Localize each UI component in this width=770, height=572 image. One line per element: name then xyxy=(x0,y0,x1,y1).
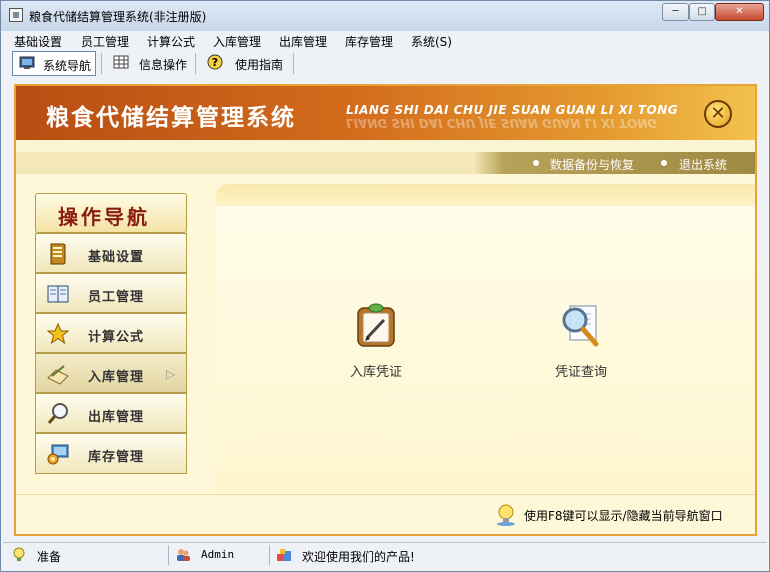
status-message-text: 欢迎使用我们的产品! xyxy=(302,550,415,564)
content-body: 入库凭证 凭证查询 xyxy=(216,206,755,492)
nav-item-label: 出库管理 xyxy=(88,410,145,425)
main-frame: 粮食代储结算管理系统 LIANG SHI DAI CHU JIE SUAN GU… xyxy=(14,84,757,536)
book-icon xyxy=(47,285,69,303)
nav-item-label: 库存管理 xyxy=(88,450,145,465)
exit-system-link[interactable]: 退出系统 xyxy=(679,156,727,173)
clipboard-pen-icon xyxy=(357,303,395,347)
status-bar: 准备 Admin 欢迎使用我们的产品! xyxy=(3,542,767,567)
toolbar-separator xyxy=(293,53,294,74)
status-ready-text: 准备 xyxy=(37,550,62,564)
svg-text:?: ? xyxy=(212,56,218,69)
menu-system[interactable]: 系统(S) xyxy=(411,33,452,50)
status-separator xyxy=(168,545,169,565)
banner-pinyin-reflection: LIANG SHI DAI CHU JIE SUAN GUAN LI XI TO… xyxy=(346,116,658,130)
monitor-gear-icon xyxy=(47,444,69,465)
nav-item-outbound[interactable]: 出库管理 xyxy=(35,393,187,433)
toolbar-guide-button[interactable]: ? 使用指南 xyxy=(201,51,293,76)
star-icon xyxy=(46,322,70,345)
menu-inbound[interactable]: 入库管理 xyxy=(213,33,261,50)
window-title: 粮食代储结算管理系统(非注册版) xyxy=(29,10,207,24)
lightbulb-icon xyxy=(13,547,25,561)
voucher-query-label: 凭证查询 xyxy=(554,365,607,380)
nav-heading-text: 操作导航 xyxy=(58,205,150,229)
menu-formula[interactable]: 计算公式 xyxy=(147,33,195,50)
maximize-button[interactable]: □ xyxy=(689,3,715,21)
banner-title: 粮食代储结算管理系统 xyxy=(46,105,296,131)
nav-item-label: 入库管理 xyxy=(88,370,145,385)
menu-basic-settings[interactable]: 基础设置 xyxy=(14,33,62,50)
banner: 粮食代储结算管理系统 LIANG SHI DAI CHU JIE SUAN GU… xyxy=(16,86,755,140)
banner-strip xyxy=(16,140,755,152)
nav-item-formula[interactable]: 计算公式 xyxy=(35,313,187,353)
toolbar-separator xyxy=(195,53,196,74)
app-window: 粮食代储结算管理系统(非注册版) ─ □ ✕ 基础设置 员工管理 计算公式 入库… xyxy=(0,0,770,572)
toolbar-guide-label: 使用指南 xyxy=(235,58,284,72)
grid-icon xyxy=(113,55,129,69)
document-search-icon xyxy=(562,305,599,347)
toolbar-separator xyxy=(101,53,102,74)
inbound-voucher-button[interactable]: 入库凭证 xyxy=(336,302,416,380)
close-circle-icon[interactable]: ✕ xyxy=(704,100,732,128)
menu-inventory[interactable]: 库存管理 xyxy=(345,33,393,50)
hint-bar: 使用F8键可以显示/隐藏当前导航窗口 xyxy=(16,494,755,534)
close-button[interactable]: ✕ xyxy=(715,3,764,21)
nav-item-label: 基础设置 xyxy=(88,250,145,265)
toolbar: 系统导航 信息操作 ? 使用指南 xyxy=(3,51,767,77)
content-tab xyxy=(216,184,755,206)
voucher-query-button[interactable]: 凭证查询 xyxy=(541,302,621,380)
banner-pinyin: LIANG SHI DAI CHU JIE SUAN GUAN LI XI TO… xyxy=(346,103,679,117)
magnifier-icon xyxy=(47,403,68,424)
pencil-paper-icon xyxy=(47,365,69,385)
help-icon: ? xyxy=(207,54,223,70)
status-separator xyxy=(269,545,270,565)
nav-item-label: 计算公式 xyxy=(88,330,145,345)
menu-bar: 基础设置 员工管理 计算公式 入库管理 出库管理 库存管理 系统(S) xyxy=(3,31,767,51)
toolbar-info-button[interactable]: 信息操作 xyxy=(107,51,189,76)
nav-item-basic-settings[interactable]: 基础设置 xyxy=(35,233,187,273)
status-ready-cell: 准备 xyxy=(3,543,168,567)
nav-item-staff[interactable]: 员工管理 xyxy=(35,273,187,313)
subbar: 数据备份与恢复 退出系统 xyxy=(16,152,755,174)
toolbar-nav-button[interactable]: 系统导航 xyxy=(12,51,96,76)
nav-item-inventory[interactable]: 库存管理 xyxy=(35,433,187,474)
users-icon xyxy=(177,549,190,561)
toolbar-info-label: 信息操作 xyxy=(139,58,188,72)
title-bar[interactable]: 粮食代储结算管理系统(非注册版) ─ □ ✕ xyxy=(1,1,769,31)
app-icon xyxy=(9,8,23,22)
bullet-icon xyxy=(661,160,667,166)
status-user-cell: Admin xyxy=(171,543,269,567)
inbound-voucher-label: 入库凭证 xyxy=(349,365,402,380)
lightbulb-icon xyxy=(497,504,515,526)
menu-staff[interactable]: 员工管理 xyxy=(81,33,129,50)
content-panel: 入库凭证 凭证查询 xyxy=(216,184,755,492)
gift-boxes-icon xyxy=(277,549,291,561)
nav-heading: 操作导航 xyxy=(35,193,187,233)
chevron-right-icon: ▷ xyxy=(166,367,176,381)
hint-text: 使用F8键可以显示/隐藏当前导航窗口 xyxy=(524,509,723,523)
document-icon xyxy=(50,243,66,265)
status-message-cell: 欢迎使用我们的产品! xyxy=(272,543,572,567)
status-user-text: Admin xyxy=(201,548,235,561)
menu-outbound[interactable]: 出库管理 xyxy=(279,33,327,50)
minimize-button[interactable]: ─ xyxy=(662,3,689,21)
nav-item-inbound[interactable]: 入库管理 ▷ xyxy=(35,353,187,393)
nav-panel: 操作导航 基础设置 员工管理 计算公式 入库管理 ▷ 出库管理 库存管理 xyxy=(16,174,216,494)
nav-item-label: 员工管理 xyxy=(88,290,145,305)
toolbar-nav-label: 系统导航 xyxy=(43,59,92,73)
monitor-icon xyxy=(19,56,35,69)
backup-restore-link[interactable]: 数据备份与恢复 xyxy=(550,156,634,173)
bullet-icon xyxy=(533,160,539,166)
